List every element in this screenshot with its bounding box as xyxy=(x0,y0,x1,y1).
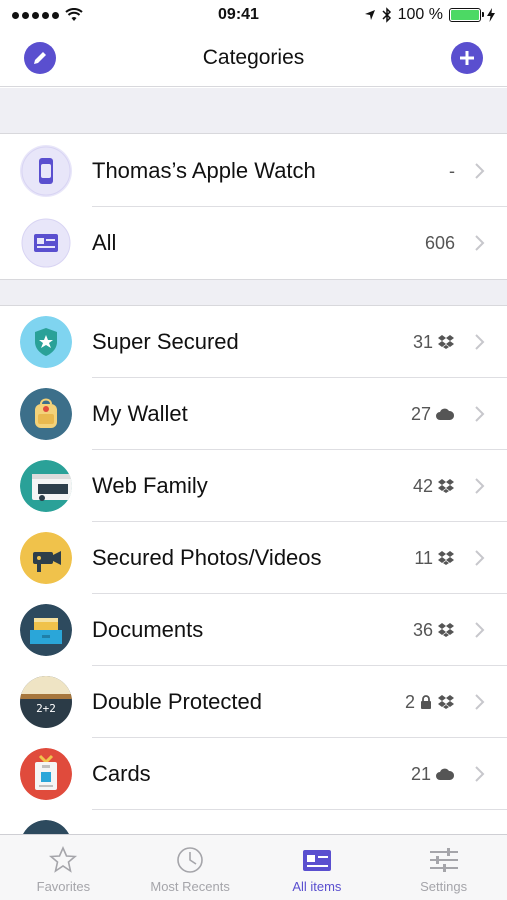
row-count: 27 xyxy=(411,378,455,450)
watch-icon xyxy=(20,145,72,197)
chevron-right-icon xyxy=(475,334,485,350)
dropbox-icon xyxy=(438,551,454,565)
pencil-icon xyxy=(34,52,46,64)
signal-strength-icon xyxy=(12,11,59,19)
row-label: My Wallet xyxy=(92,401,188,426)
category-row-super-secured[interactable]: Super Secured 31 xyxy=(0,306,507,378)
row-label: Secured Photos/Videos xyxy=(92,545,322,570)
category-avatar xyxy=(20,820,72,834)
row-count: 36 xyxy=(413,594,455,666)
device-row-apple-watch[interactable]: Thomas’s Apple Watch - xyxy=(0,135,507,207)
shield-star-icon xyxy=(20,316,72,368)
clock-icon xyxy=(177,847,203,873)
row-label: Double Protected xyxy=(92,689,262,714)
status-right: 100 % xyxy=(315,6,495,24)
star-icon xyxy=(49,846,78,873)
edit-button[interactable] xyxy=(24,42,56,74)
row-label: Documents xyxy=(92,617,204,642)
chevron-right-icon xyxy=(475,478,485,494)
chevron-right-icon xyxy=(475,163,485,179)
category-row-partial[interactable] xyxy=(0,810,507,834)
row-count: - xyxy=(449,160,455,181)
nav-bar: Categories xyxy=(0,30,507,87)
location-arrow-icon xyxy=(364,10,375,20)
tab-label: Favorites xyxy=(36,879,91,894)
section-divider xyxy=(0,279,507,306)
row-count: 42 xyxy=(413,450,455,522)
dropbox-icon xyxy=(438,695,454,709)
tab-all-items[interactable]: All items xyxy=(254,835,381,900)
bluetooth-icon xyxy=(382,7,391,23)
chevron-right-icon xyxy=(475,766,485,782)
chalkboard-icon: 2+2 xyxy=(20,676,72,728)
tab-favorites[interactable]: Favorites xyxy=(0,835,127,900)
cloud-icon xyxy=(436,768,455,780)
plus-icon xyxy=(460,51,474,65)
charging-bolt-icon xyxy=(487,8,495,22)
chevron-right-icon xyxy=(475,406,485,422)
chevron-right-icon xyxy=(475,694,485,710)
row-count: 2 xyxy=(405,666,455,738)
tab-most-recents[interactable]: Most Recents xyxy=(127,835,254,900)
tab-label: All items xyxy=(292,879,342,894)
id-card-icon xyxy=(302,850,331,871)
lock-icon xyxy=(421,695,431,709)
wifi-icon xyxy=(65,8,83,21)
chevron-right-icon xyxy=(475,550,485,566)
tab-bar: Favorites Most Recents All items Setting… xyxy=(0,834,507,900)
signal-area xyxy=(12,8,162,22)
board-ledge xyxy=(20,694,72,699)
page-title: Categories xyxy=(202,46,305,69)
tab-label: Most Recents xyxy=(150,879,230,894)
row-count: 606 xyxy=(424,232,455,253)
row-count: 31 xyxy=(413,306,455,378)
folder-drawer-icon xyxy=(20,604,72,656)
dropbox-icon xyxy=(438,479,454,493)
board-text: 2+2 xyxy=(36,702,56,715)
category-row-double-protected[interactable]: 2+2 Double Protected 2 xyxy=(0,666,507,738)
sliders-icon xyxy=(429,848,458,872)
tab-settings[interactable]: Settings xyxy=(380,835,507,900)
id-card-icon xyxy=(20,217,72,269)
status-bar: 09:41 100 % xyxy=(0,0,507,30)
backpack-icon xyxy=(20,388,72,440)
cloud-icon xyxy=(436,408,455,420)
chevron-right-icon xyxy=(475,622,485,638)
category-row-web-family[interactable]: Web Family 42 xyxy=(0,450,507,522)
category-row-secured-photos-videos[interactable]: Secured Photos/Videos 11 xyxy=(0,522,507,594)
row-label: All xyxy=(92,230,117,255)
camera-icon xyxy=(20,532,72,584)
row-label: Thomas’s Apple Watch xyxy=(92,158,316,183)
browser-window-icon xyxy=(20,460,72,512)
dropbox-icon xyxy=(438,623,454,637)
battery-percent: 100 % xyxy=(397,6,443,23)
row-count: 11 xyxy=(414,522,455,594)
row-label: Cards xyxy=(92,761,151,786)
section-divider xyxy=(0,88,507,134)
category-row-cards[interactable]: Cards 21 xyxy=(0,738,507,810)
battery-icon xyxy=(449,8,484,22)
row-label: Web Family xyxy=(92,473,208,498)
device-row-all[interactable]: All 606 xyxy=(0,207,507,279)
row-count: 21 xyxy=(411,738,455,810)
tab-label: Settings xyxy=(420,879,468,894)
badge-icon xyxy=(20,748,72,800)
chevron-right-icon xyxy=(475,235,485,251)
status-time: 09:41 xyxy=(218,6,259,23)
board-top xyxy=(20,676,72,694)
row-label: Super Secured xyxy=(92,329,239,354)
category-row-my-wallet[interactable]: My Wallet 27 xyxy=(0,378,507,450)
add-category-button[interactable] xyxy=(451,42,483,74)
dropbox-icon xyxy=(438,335,454,349)
category-row-documents[interactable]: Documents 36 xyxy=(0,594,507,666)
